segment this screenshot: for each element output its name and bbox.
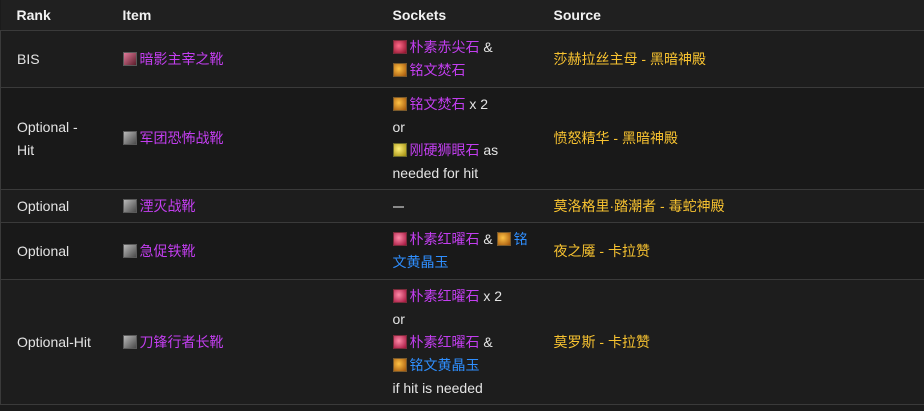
source-cell: 莫洛格里·踏潮者 - 毒蛇神殿: [537, 189, 924, 223]
no-sockets-dash: [392, 205, 404, 208]
source-cell: 夜之魇 - 卡拉赞: [537, 222, 924, 280]
orange-gem-icon: [392, 63, 407, 77]
socket-note: needed for hit: [392, 164, 479, 181]
item-cell: 暗影主宰之靴: [106, 30, 377, 88]
red-gem-icon: [392, 288, 407, 303]
boot-icon: [122, 243, 137, 258]
item-link[interactable]: 暗影主宰之靴: [140, 51, 224, 67]
rank-header: Rank: [16, 7, 51, 23]
table-header-row: Rank Item Sockets Source: [0, 0, 924, 31]
source-link[interactable]: 莎赫拉丝主母 - 黑暗神殿: [554, 51, 706, 67]
item-link[interactable]: 刀锋行者长靴: [140, 334, 224, 350]
gem-link[interactable]: 铭文焚石: [410, 96, 466, 112]
rank-text: Hit: [17, 141, 35, 158]
rank-cell: Optional: [0, 189, 107, 223]
item-cell: 急促铁靴: [106, 222, 377, 280]
boot-icon: [122, 198, 137, 213]
gem-link[interactable]: 刚硬狮眼石: [410, 142, 480, 158]
gear-table: Rank Item Sockets Source BIS 暗影主宰之靴 朴素赤尖…: [0, 0, 924, 405]
boot-icon: [122, 51, 137, 66]
source-cell: 愤怒精华 - 黑暗神殿: [537, 87, 924, 190]
socket-text: &: [479, 333, 493, 350]
source-cell: 莫罗斯 - 卡拉赞: [537, 279, 924, 405]
rank-cell: Optional - Hit: [0, 87, 107, 190]
sockets-cell: 朴素赤尖石 & 铭文焚石: [376, 30, 538, 88]
orange-gem-icon: [392, 357, 407, 372]
source-header: Source: [553, 7, 601, 23]
gem-link[interactable]: 铭: [514, 231, 528, 247]
gem-link[interactable]: 朴素红曜石: [410, 334, 480, 350]
source-link[interactable]: 愤怒精华 - 黑暗神殿: [554, 130, 678, 146]
boot-icon: [122, 334, 137, 349]
item-link[interactable]: 湮灭战靴: [140, 198, 196, 214]
yellow-gem-icon: [392, 142, 407, 157]
table-row: Optional - Hit 军团恐怖战靴 铭文焚石 x 2 or 刚硬狮眼石 …: [0, 87, 924, 190]
source-link[interactable]: 莫罗斯 - 卡拉赞: [554, 334, 650, 350]
table-row: Optional 急促铁靴 朴素红曜石 & 铭 文黄晶玉 夜之魇 - 卡拉赞: [0, 222, 924, 280]
sockets-cell: 朴素红曜石 & 铭 文黄晶玉: [376, 222, 538, 280]
rank-cell: Optional: [0, 222, 107, 280]
rank-cell: Optional-Hit: [0, 279, 107, 405]
sockets-cell: 铭文焚石 x 2 or 刚硬狮眼石 as needed for hit: [376, 87, 538, 190]
gem-link[interactable]: 文黄晶玉: [393, 254, 449, 270]
item-cell: 军团恐怖战靴: [106, 87, 377, 190]
sockets-cell: 朴素红曜石 x 2 or 朴素红曜石 & 铭文黄晶玉 if hit is nee…: [376, 279, 538, 405]
socket-text: &: [479, 231, 497, 247]
table-row: Optional-Hit 刀锋行者长靴 朴素红曜石 x 2 or 朴素红曜石 &…: [0, 279, 924, 405]
or-text: or: [392, 118, 405, 135]
sockets-header: Sockets: [392, 7, 447, 23]
rank-cell: BIS: [0, 30, 107, 88]
source-cell: 莎赫拉丝主母 - 黑暗神殿: [537, 30, 924, 88]
item-link[interactable]: 急促铁靴: [140, 243, 196, 259]
socket-note: if hit is needed: [392, 379, 483, 396]
source-link[interactable]: 莫洛格里·踏潮者 - 毒蛇神殿: [554, 198, 725, 214]
gem-link[interactable]: 铭文黄晶玉: [410, 357, 480, 373]
item-cell: 刀锋行者长靴: [106, 279, 377, 405]
orange-gem-icon: [496, 232, 511, 246]
or-text: or: [392, 310, 405, 327]
table-row: Optional 湮灭战靴 莫洛格里·踏潮者 - 毒蛇神殿: [0, 189, 924, 223]
socket-text: as: [479, 141, 499, 158]
item-header: Item: [122, 7, 152, 23]
boot-icon: [122, 131, 137, 145]
source-link[interactable]: 夜之魇 - 卡拉赞: [554, 243, 650, 259]
orange-gem-icon: [392, 96, 407, 111]
red-gem-icon: [392, 334, 407, 349]
gem-link[interactable]: 铭文焚石: [410, 62, 466, 78]
item-link[interactable]: 军团恐怖战靴: [140, 130, 224, 146]
table-row: BIS 暗影主宰之靴 朴素赤尖石 & 铭文焚石 莎赫拉丝主母 - 黑暗神殿: [0, 30, 924, 88]
gem-link[interactable]: 朴素红曜石: [410, 288, 480, 304]
gem-link[interactable]: 朴素红曜石: [410, 231, 480, 247]
socket-text: x 2: [479, 287, 503, 304]
item-cell: 湮灭战靴: [106, 189, 377, 223]
sockets-cell: [376, 189, 538, 223]
socket-text: &: [479, 39, 493, 55]
rank-text: Optional -: [17, 118, 78, 135]
gem-link[interactable]: 朴素赤尖石: [410, 39, 480, 55]
socket-text: x 2: [465, 95, 489, 112]
red-gem-icon: [392, 232, 407, 246]
red-gem-icon: [392, 40, 407, 54]
